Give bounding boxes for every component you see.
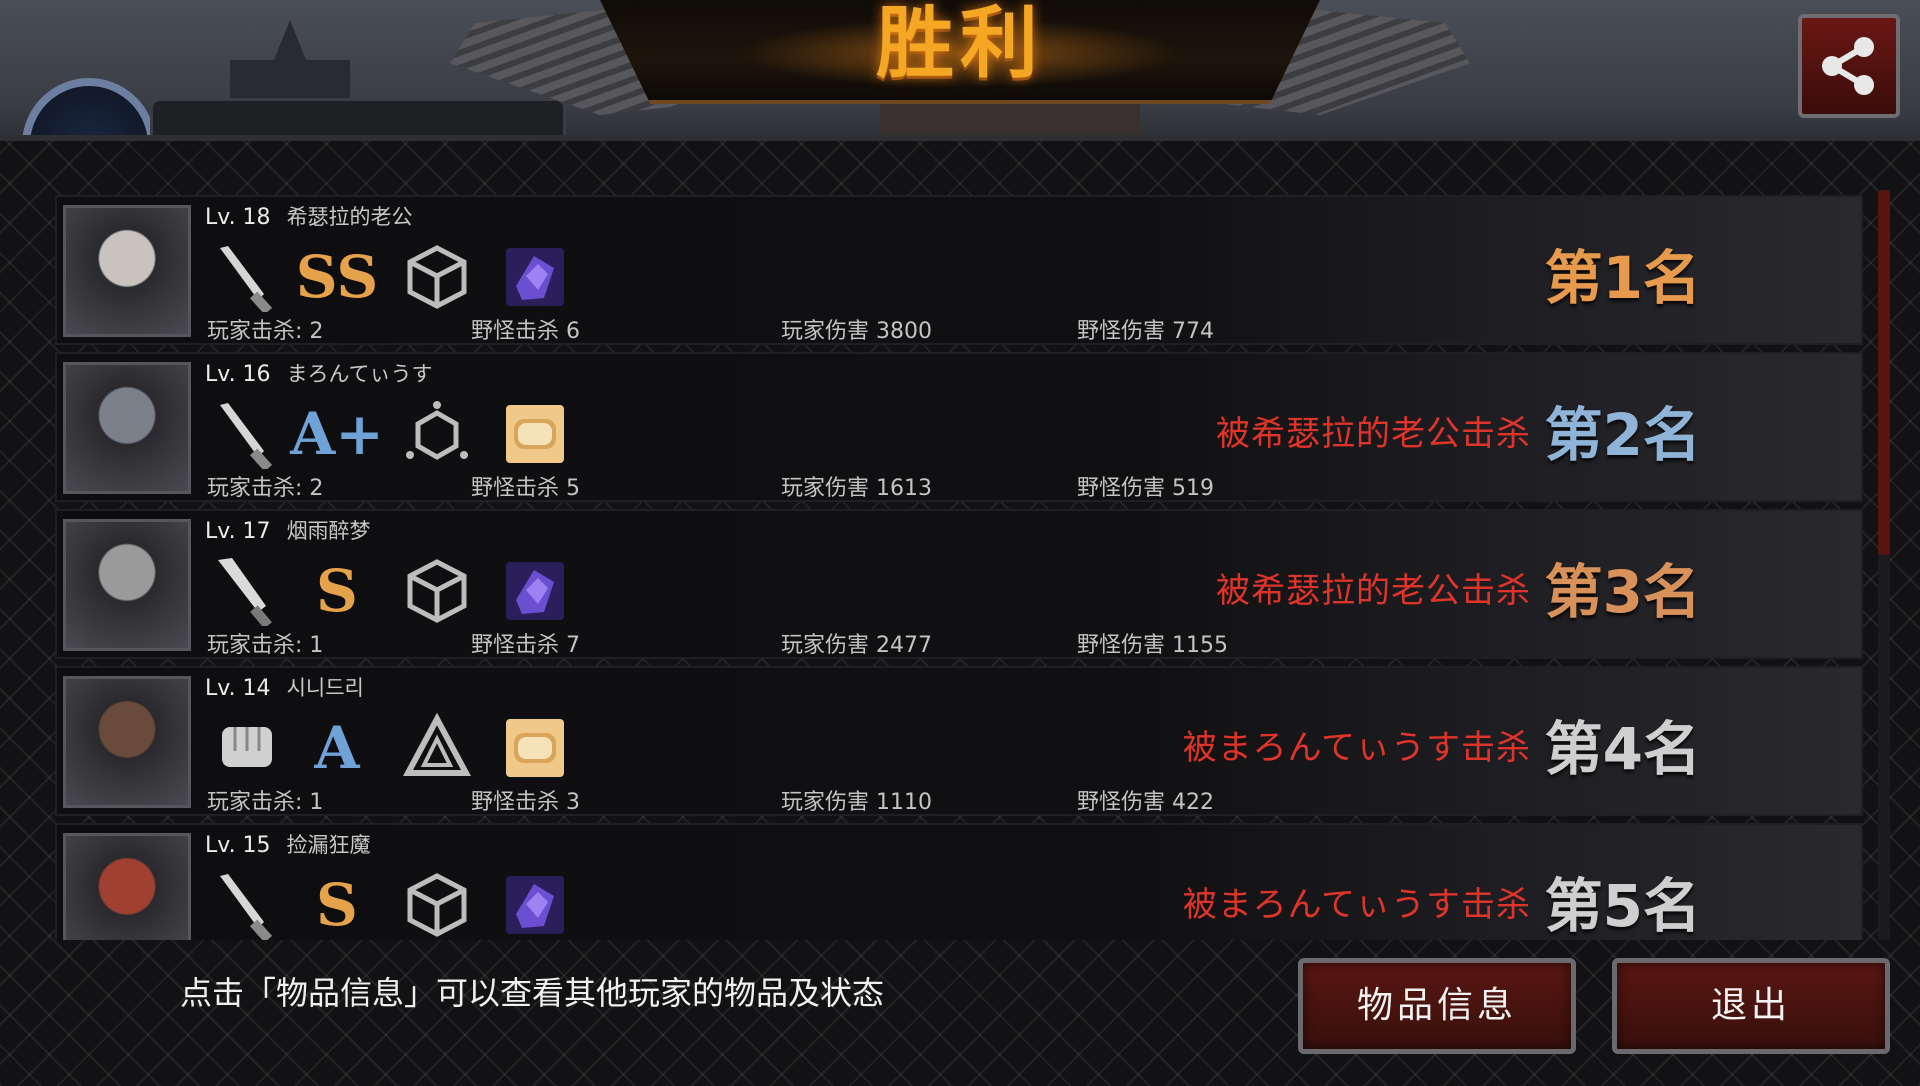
killed-by-text: 被まろんてぃうす击杀 — [1182, 885, 1531, 925]
rank-label: 第5名 — [1544, 872, 1701, 940]
equipment-icons: SS — [207, 237, 607, 317]
player-level: Lv. 14 — [205, 676, 271, 701]
killed-by-text: 被希瑟拉的老公击杀 — [1216, 571, 1531, 611]
rank-label: 第3名 — [1544, 558, 1701, 626]
monster-damage: 野怪伤害 519 — [1077, 476, 1214, 501]
player-portrait — [63, 519, 191, 651]
rank-label: 第4名 — [1544, 715, 1701, 783]
player-level-line: Lv. 16 まろんてぃうす — [205, 358, 433, 388]
monster-damage: 野怪伤害 422 — [1077, 790, 1214, 815]
player-name: 烟雨醉梦 — [286, 519, 371, 543]
monster-damage: 野怪伤害 774 — [1077, 319, 1214, 344]
monster-kills: 野怪击杀 3 — [471, 790, 580, 815]
bread-icon — [495, 394, 575, 474]
hex-network-icon — [397, 394, 477, 474]
player-damage: 玩家伤害 1110 — [781, 790, 932, 815]
player-level-line: Lv. 18 希瑟拉的老公 — [205, 201, 413, 231]
player-level-line: Lv. 17 烟雨醉梦 — [205, 515, 371, 545]
monster-damage: 野怪伤害 1155 — [1077, 633, 1228, 658]
player-damage: 玩家伤害 3800 — [781, 319, 932, 344]
player-damage: 玩家伤害 1613 — [781, 476, 932, 501]
grade-badge: SS — [295, 243, 379, 311]
player-row[interactable]: Lv. 15 捡漏狂魔 S 被まろんてぃうす击杀 第5名 — [55, 823, 1863, 940]
monster-kills: 野怪击杀 5 — [471, 476, 580, 501]
player-row[interactable]: Lv. 17 烟雨醉梦 S 玩家击杀: 1 野怪击杀 7 玩家伤害 2477 野怪… — [55, 509, 1863, 659]
purple-gem-icon — [495, 237, 575, 317]
player-name: 시니드리 — [286, 676, 364, 700]
player-damage: 玩家伤害 2477 — [781, 633, 932, 658]
results-list[interactable]: Lv. 18 希瑟拉的老公 SS 玩家击杀: 2 野怪击杀 6 玩家伤害 3800… — [55, 195, 1863, 940]
grade-badge: S — [316, 871, 358, 939]
player-name: 希瑟拉的老公 — [286, 205, 413, 229]
knife-icon — [207, 394, 287, 474]
player-portrait — [63, 205, 191, 337]
player-level-line: Lv. 14 시니드리 — [205, 672, 364, 702]
player-portrait — [63, 362, 191, 494]
fist-icon — [207, 708, 287, 788]
player-level: Lv. 18 — [205, 205, 271, 230]
killed-by-text: 被希瑟拉的老公击杀 — [1216, 414, 1531, 454]
player-level: Lv. 17 — [205, 519, 271, 544]
monster-kills: 野怪击杀 6 — [471, 319, 580, 344]
scrollbar[interactable] — [1878, 190, 1890, 940]
player-row[interactable]: Lv. 14 시니드리 A 玩家击杀: 1 野怪击杀 3 玩家伤害 1110 野怪… — [55, 666, 1863, 816]
equipment-icons: S — [207, 551, 607, 631]
machete-icon — [207, 551, 287, 631]
scrollbar-thumb[interactable] — [1878, 190, 1890, 555]
share-icon — [1822, 37, 1874, 95]
share-button[interactable] — [1798, 14, 1900, 118]
item-info-button[interactable]: 物品信息 — [1298, 958, 1576, 1054]
triangle-icon — [397, 708, 477, 788]
knife-icon — [207, 865, 287, 940]
cube-icon — [397, 865, 477, 940]
equipment-icons: A — [207, 708, 607, 788]
grade-badge: A — [314, 714, 360, 782]
player-portrait — [63, 833, 191, 940]
purple-gem-icon — [495, 551, 575, 631]
purple-gem-icon — [495, 865, 575, 940]
victory-title: 胜利 — [875, 0, 1044, 89]
bread-icon — [495, 708, 575, 788]
monster-kills: 野怪击杀 7 — [471, 633, 580, 658]
player-level: Lv. 15 — [205, 833, 271, 858]
player-row[interactable]: Lv. 18 希瑟拉的老公 SS 玩家击杀: 2 野怪击杀 6 玩家伤害 3800… — [55, 195, 1863, 345]
player-portrait — [63, 676, 191, 808]
knife-icon — [207, 237, 287, 317]
cube-icon — [397, 237, 477, 317]
player-level-line: Lv. 15 捡漏狂魔 — [205, 829, 371, 859]
player-kills: 玩家击杀: 2 — [207, 476, 324, 501]
player-level: Lv. 16 — [205, 362, 271, 387]
player-name: まろんてぃうす — [286, 362, 433, 386]
player-kills: 玩家击杀: 1 — [207, 790, 324, 815]
player-row[interactable]: Lv. 16 まろんてぃうす A+ 玩家击杀: 2 野怪击杀 5 玩家伤害 161… — [55, 352, 1863, 502]
grade-badge: S — [316, 557, 358, 625]
equipment-icons: A+ — [207, 394, 607, 474]
item-info-hint: 点击「物品信息」可以查看其他玩家的物品及状态 — [180, 974, 885, 1012]
equipment-icons: S — [207, 865, 607, 940]
cube-icon — [397, 551, 477, 631]
player-kills: 玩家击杀: 2 — [207, 319, 324, 344]
killed-by-text: 被まろんてぃうす击杀 — [1182, 728, 1531, 768]
exit-button[interactable]: 退出 — [1612, 958, 1890, 1054]
player-kills: 玩家击杀: 1 — [207, 633, 324, 658]
grade-badge: A+ — [290, 400, 384, 468]
rank-label: 第1名 — [1544, 244, 1701, 312]
rank-label: 第2名 — [1544, 401, 1701, 469]
player-name: 捡漏狂魔 — [286, 833, 371, 857]
